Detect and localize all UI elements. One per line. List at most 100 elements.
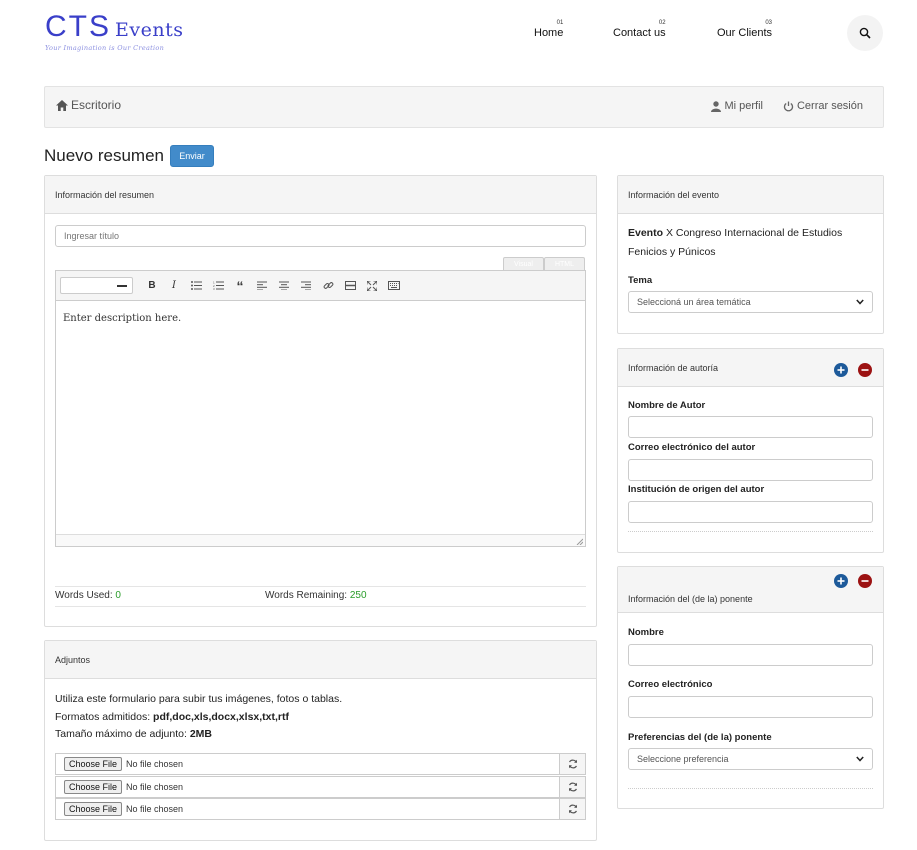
author-institution-input[interactable]: [628, 501, 873, 523]
search-button[interactable]: [847, 15, 883, 51]
rich-text-editor[interactable]: B I 123 “ Enter description here.: [55, 270, 586, 547]
bullet-list-icon: [190, 281, 202, 290]
profile-link[interactable]: Mi perfil: [711, 100, 763, 112]
resize-grip-icon[interactable]: [576, 538, 583, 545]
tab-html[interactable]: HTML: [544, 257, 585, 271]
horizontal-rule-button[interactable]: [339, 276, 361, 296]
speaker-prefs-select[interactable]: Seleccione preferencia: [628, 748, 873, 770]
maxsize-line: Tamaño máximo de adjunto: 2MB: [55, 726, 342, 744]
attachments-description: Utiliza este formulario para subir tus i…: [55, 693, 343, 705]
refresh-icon: [568, 782, 577, 792]
logout-link[interactable]: Cerrar sesión: [783, 100, 863, 112]
nav-clients-label: Our Clients: [717, 27, 773, 39]
search-icon: [859, 27, 871, 39]
tab-visual[interactable]: Visual: [503, 257, 544, 271]
attachments-panel-header: Adjuntos: [45, 641, 596, 679]
file-status: No file chosen: [126, 759, 184, 769]
logo-tagline: Your Imagination is Our Creation: [45, 44, 165, 52]
event-panel: Información del evento Evento X Congreso…: [617, 175, 884, 334]
attachments-panel: Adjuntos Utiliza este formulario para su…: [44, 640, 597, 841]
editor-resize-bar: [56, 534, 585, 546]
maxsize-label: Tamaño máximo de adjunto:: [55, 728, 187, 740]
file-upload-row: Choose File No file chosen: [55, 776, 586, 798]
choose-file-button[interactable]: Choose File: [64, 780, 123, 794]
svg-text:3: 3: [213, 287, 215, 290]
author-email-input[interactable]: [628, 459, 873, 481]
speaker-prefs-label: Preferencias del (de la) ponente: [628, 732, 772, 743]
nav-home-num: 01: [556, 20, 564, 26]
align-left-icon: [257, 281, 267, 290]
title-input[interactable]: [55, 225, 586, 247]
file-status: No file chosen: [126, 782, 184, 792]
choose-file-button[interactable]: Choose File: [64, 802, 123, 816]
blockquote-button[interactable]: “: [229, 276, 251, 296]
chevron-down-icon: [856, 756, 864, 762]
chevron-down-icon: [856, 299, 864, 305]
reset-file-button[interactable]: [559, 754, 585, 774]
divider: [628, 531, 873, 532]
numbered-list-button[interactable]: 123: [207, 276, 229, 296]
divider: [628, 788, 873, 789]
file-status: No file chosen: [126, 804, 184, 814]
speaker-email-input[interactable]: [628, 696, 873, 718]
nav-home[interactable]: 01 Home: [534, 20, 563, 40]
formats-value: pdf,doc,xls,docx,xlsx,txt,rtf: [153, 710, 289, 723]
link-button[interactable]: [317, 276, 339, 296]
summary-panel-header: Información del resumen: [45, 176, 596, 214]
nav-contact-label: Contact us: [613, 27, 666, 39]
nav-contact[interactable]: 02 Contact us: [613, 20, 666, 40]
author-institution-label: Institución de origen del autor: [628, 484, 765, 495]
nav-clients-num: 03: [765, 20, 773, 26]
bold-button[interactable]: B: [141, 276, 163, 296]
reset-file-button[interactable]: [559, 777, 585, 797]
remove-speaker-button[interactable]: [858, 574, 872, 588]
author-panel-title: Información de autoría: [628, 362, 719, 373]
words-used-value: 0: [115, 590, 121, 601]
choose-file-button[interactable]: Choose File: [64, 757, 123, 771]
nav-clients[interactable]: 03 Our Clients: [717, 20, 772, 40]
plus-icon: [837, 366, 845, 374]
add-author-button[interactable]: [834, 363, 848, 377]
event-info: Evento X Congreso Internacional de Estud…: [628, 224, 873, 262]
link-icon: [323, 282, 333, 289]
nav-home-label: Home: [534, 27, 564, 39]
editor-toolbar: B I 123 “: [56, 271, 585, 301]
align-center-button[interactable]: [273, 276, 295, 296]
editor-content[interactable]: Enter description here.: [56, 301, 585, 336]
reset-file-button[interactable]: [559, 799, 585, 819]
words-remaining-label: Words Remaining:: [265, 590, 348, 601]
speaker-name-input[interactable]: [628, 644, 873, 666]
refresh-icon: [568, 804, 577, 814]
logo-sub-text: Events: [115, 19, 184, 41]
breadcrumb-bar: Escritorio Mi perfil Cerrar sesión: [44, 86, 884, 128]
align-right-button[interactable]: [295, 276, 317, 296]
add-speaker-button[interactable]: [834, 574, 848, 588]
keyboard-button[interactable]: [383, 276, 405, 296]
logout-label: Cerrar sesión: [796, 100, 863, 112]
send-button[interactable]: Enviar: [170, 145, 214, 167]
minus-icon: [861, 580, 869, 582]
horizontal-rule-icon: [344, 281, 356, 290]
top-nav: CTS Events Your Imagination is Our Creati…: [0, 0, 917, 70]
file-upload-row: Choose File No file chosen: [55, 798, 586, 820]
speaker-email-label: Correo electrónico: [628, 679, 713, 690]
italic-button[interactable]: I: [163, 276, 185, 296]
format-select[interactable]: [60, 277, 133, 294]
words-remaining: Words Remaining: 250: [265, 590, 367, 601]
logo[interactable]: CTS Events Your Imagination is Our Creati…: [45, 10, 184, 53]
bullet-list-button[interactable]: [185, 276, 207, 296]
file-upload-row: Choose File No file chosen: [55, 753, 586, 775]
align-left-button[interactable]: [251, 276, 273, 296]
quote-icon: “: [236, 277, 244, 294]
event-panel-header: Información del evento: [618, 176, 883, 214]
speaker-panel: Información del (de la) ponente Nombre C…: [617, 566, 884, 809]
breadcrumb-home[interactable]: Escritorio: [56, 98, 121, 112]
fullscreen-button[interactable]: [361, 276, 383, 296]
tema-select[interactable]: Seleccioná un área temática: [628, 291, 873, 313]
author-name-input[interactable]: [628, 416, 873, 438]
numbered-list-icon: 123: [213, 281, 224, 290]
remove-author-button[interactable]: [858, 363, 872, 377]
refresh-icon: [568, 759, 577, 769]
logo-main-text: CTS: [45, 10, 111, 43]
power-icon: [783, 101, 794, 111]
